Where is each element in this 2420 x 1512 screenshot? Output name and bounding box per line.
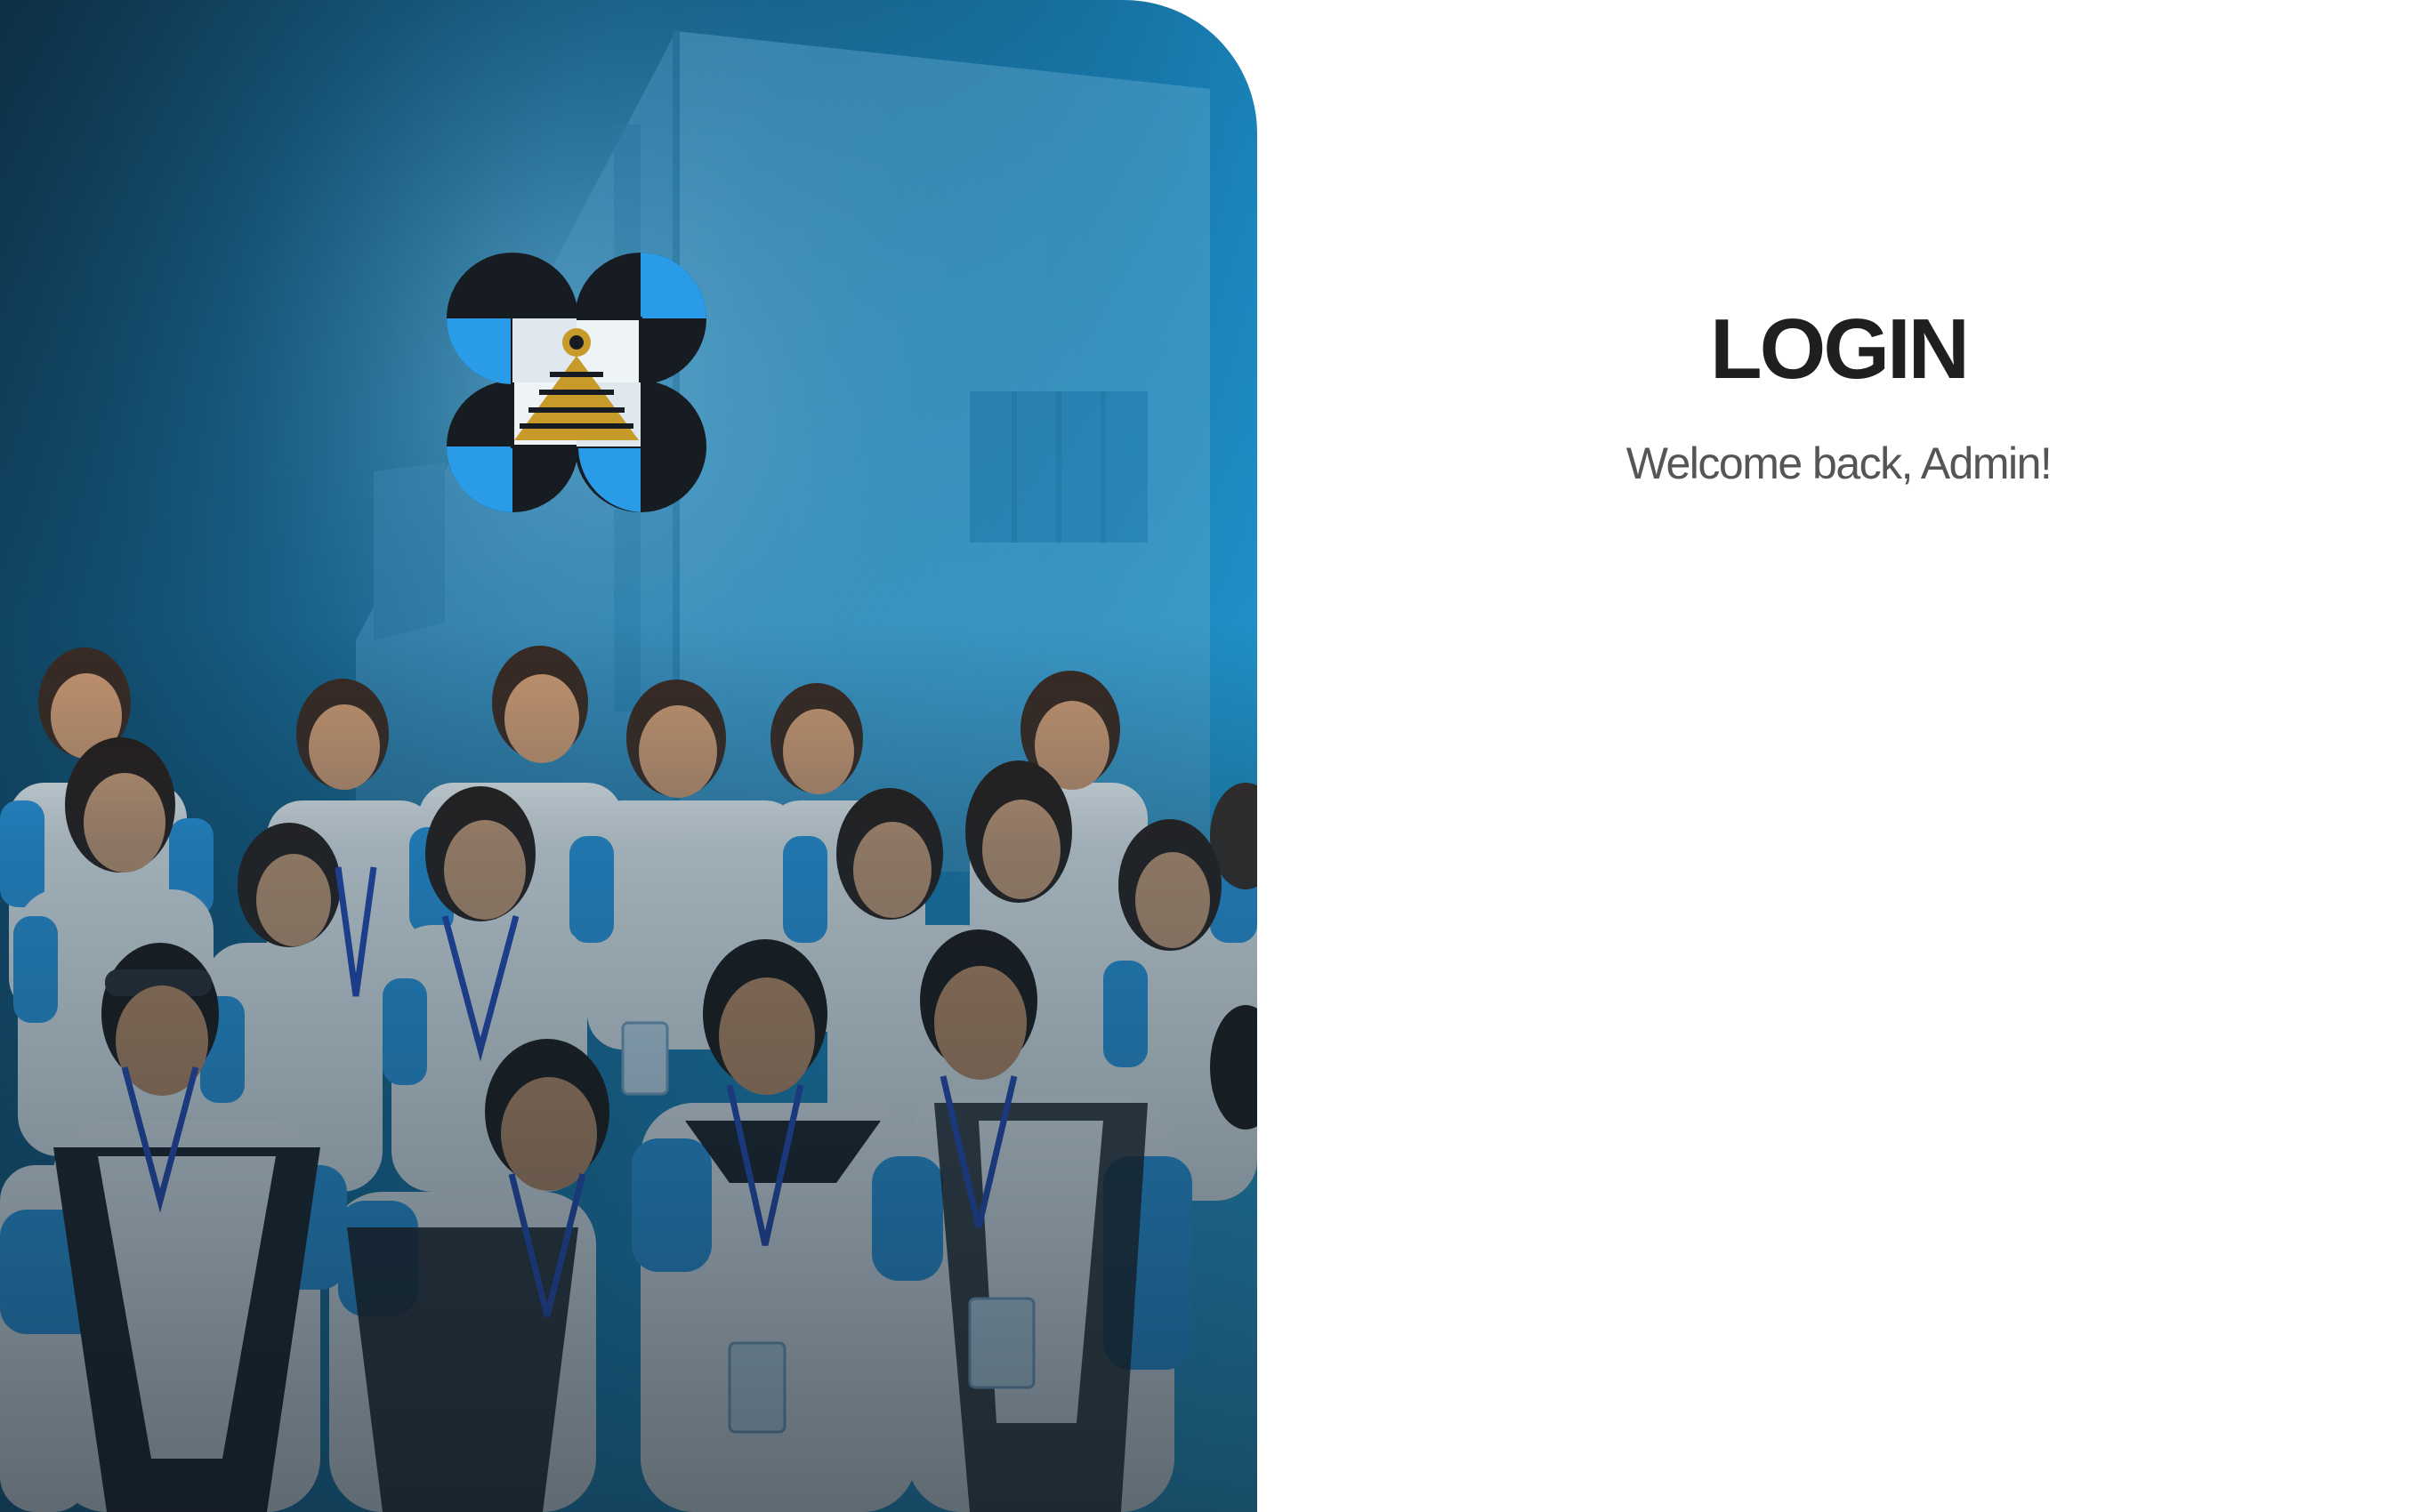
group-photo [0,623,1257,1512]
login-title: LOGIN [1710,302,1970,397]
login-page: LOGIN Welcome back, Admin! [0,0,2420,1512]
welcome-message: Welcome back, Admin! [1625,438,2053,488]
hero-panel [0,0,1257,1512]
login-panel: LOGIN Welcome back, Admin! [1257,0,2420,1512]
hero-background [0,0,1257,1512]
